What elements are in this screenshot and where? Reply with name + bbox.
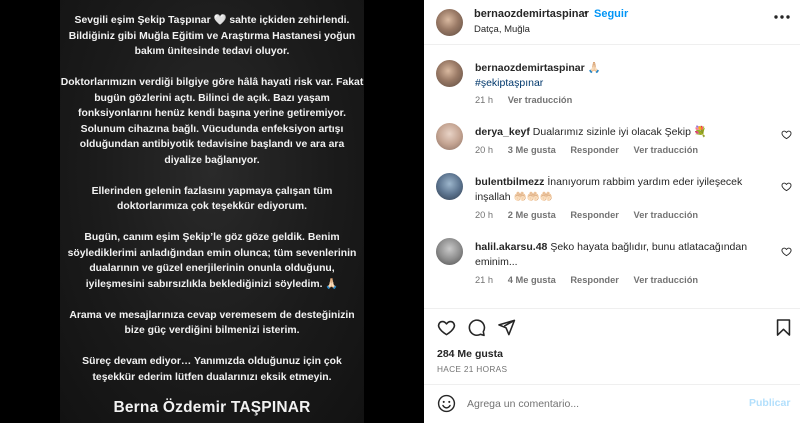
divider bbox=[424, 308, 800, 309]
translate-link[interactable]: Ver traducción bbox=[508, 95, 573, 105]
header-separator: • bbox=[584, 7, 588, 19]
commenter-avatar[interactable] bbox=[436, 173, 463, 200]
comment-text: Dualarımız sizinle iyi olacak Şekip 💐 bbox=[532, 126, 707, 138]
story-paragraph: Sevgili eşim Şekip Taşpınar 🤍 sahte içki… bbox=[68, 15, 356, 57]
comment-likes[interactable]: 3 Me gusta bbox=[508, 145, 556, 155]
more-horizontal-icon[interactable] bbox=[772, 7, 792, 27]
post-location[interactable]: Datça, Muğla bbox=[474, 24, 530, 35]
story-paragraph: Süreç devam ediyor… Yanımızda olduğunuz … bbox=[82, 356, 342, 383]
caption-username[interactable]: bernaozdemirtaspinar bbox=[475, 62, 585, 74]
post-media[interactable]: Sevgili eşim Şekip Taşpınar 🤍 sahte içki… bbox=[0, 0, 424, 423]
bookmark-icon[interactable] bbox=[774, 318, 793, 337]
emoji-icon[interactable] bbox=[437, 394, 456, 413]
reply-button[interactable]: Responder bbox=[570, 275, 619, 285]
story-paragraph: Bugün, canım eşim Şekip’le göz göze geld… bbox=[67, 232, 357, 290]
comment-item: halil.akarsu.48 Şeko hayata bağlıdır, bu… bbox=[424, 238, 800, 302]
publish-button[interactable]: Publicar bbox=[749, 397, 790, 409]
comment-time[interactable]: 21 h bbox=[475, 275, 493, 285]
add-comment-bar: Publicar bbox=[424, 384, 800, 423]
action-bar bbox=[424, 310, 800, 346]
translate-link[interactable]: Ver traducción bbox=[634, 210, 699, 220]
comment-input[interactable] bbox=[467, 395, 737, 413]
caption-emoji: 🙏🏻 bbox=[587, 62, 601, 74]
story-paragraph: Doktorlarımızın verdiği bilgiye göre hâl… bbox=[60, 77, 364, 166]
story-image: Sevgili eşim Şekip Taşpınar 🤍 sahte içki… bbox=[60, 0, 364, 423]
post-time-ago[interactable]: HACE 21 HORAS bbox=[437, 364, 507, 374]
comment-username[interactable]: bulentbilmezz bbox=[475, 176, 544, 188]
reply-button[interactable]: Responder bbox=[570, 145, 619, 155]
post-header: bernaozdemirtaspinar • Seguir Datça, Muğ… bbox=[424, 0, 800, 45]
likes-count[interactable]: 284 Me gusta bbox=[437, 348, 503, 360]
story-paragraph: Arama ve mesajlarınıza cevap veremesem d… bbox=[69, 309, 355, 337]
share-icon[interactable] bbox=[497, 318, 516, 337]
comment-time[interactable]: 20 h bbox=[475, 145, 493, 155]
caption: bernaozdemirtaspinar 🙏🏻 #şekiptaşpınar 2… bbox=[424, 60, 800, 110]
comment-username[interactable]: halil.akarsu.48 bbox=[475, 241, 547, 253]
comment-like-heart-icon[interactable] bbox=[781, 246, 792, 257]
story-paragraph: Ellerinden gelenin fazlasını yapmaya çal… bbox=[91, 185, 333, 213]
author-avatar[interactable] bbox=[436, 60, 463, 87]
comments-list[interactable]: bernaozdemirtaspinar 🙏🏻 #şekiptaşpınar 2… bbox=[424, 46, 800, 308]
comment-username[interactable]: derya_keyf bbox=[475, 126, 530, 138]
comment-like-heart-icon[interactable] bbox=[781, 129, 792, 140]
story-signature: Berna Özdemir TAŞPINAR bbox=[113, 399, 311, 416]
comment-like-heart-icon[interactable] bbox=[781, 181, 792, 192]
comment-item: bulentbilmezz İnanıyorum rabbim yardım e… bbox=[424, 173, 800, 237]
follow-button[interactable]: Seguir bbox=[594, 8, 628, 20]
commenter-avatar[interactable] bbox=[436, 123, 463, 150]
reply-button[interactable]: Responder bbox=[570, 210, 619, 220]
comment-likes[interactable]: 2 Me gusta bbox=[508, 210, 556, 220]
caption-hashtag[interactable]: #şekiptaşpınar bbox=[475, 77, 543, 89]
translate-link[interactable]: Ver traducción bbox=[634, 275, 699, 285]
comment-item: derya_keyf Dualarımız sizinle iyi olacak… bbox=[424, 123, 800, 173]
translate-link[interactable]: Ver traducción bbox=[634, 145, 699, 155]
caption-time[interactable]: 21 h bbox=[475, 95, 493, 105]
author-avatar[interactable] bbox=[436, 9, 463, 36]
comment-icon[interactable] bbox=[467, 318, 486, 337]
author-username[interactable]: bernaozdemirtaspinar bbox=[474, 8, 589, 20]
commenter-avatar[interactable] bbox=[436, 238, 463, 265]
comment-time[interactable]: 20 h bbox=[475, 210, 493, 220]
comment-likes[interactable]: 4 Me gusta bbox=[508, 275, 556, 285]
story-text: Sevgili eşim Şekip Taşpınar 🤍 sahte içki… bbox=[60, 0, 364, 401]
post-details-panel: bernaozdemirtaspinar • Seguir Datça, Muğ… bbox=[424, 0, 800, 423]
heart-icon[interactable] bbox=[437, 318, 456, 337]
